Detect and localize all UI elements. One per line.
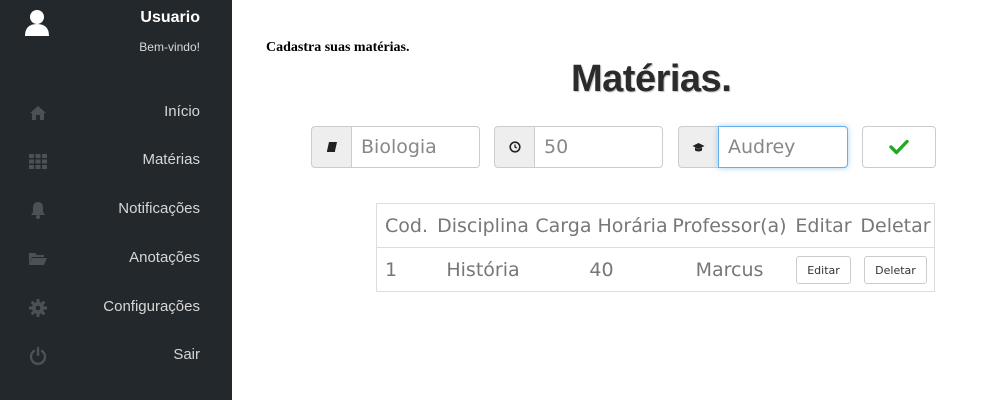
- column-header-cod: Cod.: [385, 215, 428, 237]
- cell-carga: 40: [589, 259, 614, 281]
- table-row: 1 História 40 Marcus Editar Deletar: [377, 248, 934, 292]
- sidebar-item-label: Sair: [173, 346, 200, 363]
- sidebar-item-label: Início: [164, 103, 200, 120]
- bell-icon: [31, 202, 45, 219]
- check-icon: [889, 139, 909, 155]
- cell-deletar: Deletar: [857, 248, 934, 292]
- hours-input[interactable]: [534, 126, 663, 168]
- welcome-text: Bem-vindo!: [139, 40, 200, 54]
- subject-addon: [311, 126, 351, 168]
- cell-cod: 1: [385, 259, 398, 281]
- teacher-input[interactable]: [718, 126, 848, 168]
- subject-input[interactable]: [351, 126, 480, 168]
- sidebar-item-anotacoes[interactable]: Anotações: [0, 239, 232, 279]
- cell-disciplina: História: [446, 259, 520, 281]
- page-title: Matérias.: [571, 58, 732, 100]
- confirm-button[interactable]: [862, 126, 936, 168]
- home-icon: [30, 106, 46, 120]
- clock-icon: [508, 141, 521, 153]
- column-header-carga: Carga Horária: [535, 215, 668, 237]
- page-subtitle: Cadastra suas matérias.: [266, 40, 410, 55]
- edit-button[interactable]: Editar: [796, 256, 851, 284]
- sidebar-item-label: Matérias: [142, 151, 200, 168]
- subjects-table: Cod. Disciplina Carga Horária Professor(…: [376, 203, 935, 292]
- column-header-editar: Editar: [795, 215, 852, 237]
- user-name: Usuario: [140, 9, 200, 26]
- subject-input-group: [311, 126, 480, 168]
- hours-input-group: [494, 126, 663, 168]
- sidebar-item-sair[interactable]: Sair: [0, 336, 232, 376]
- book-icon: [326, 142, 337, 152]
- graduation-cap-icon: [692, 142, 705, 151]
- sidebar-item-configuracoes[interactable]: Configurações: [0, 288, 232, 328]
- table-header-row: Cod. Disciplina Carga Horária Professor(…: [377, 204, 934, 248]
- sidebar-item-inicio[interactable]: Início: [0, 93, 232, 133]
- sidebar: Usuario Bem-vindo! Início Matérias Notif…: [0, 0, 232, 400]
- sidebar-item-materias[interactable]: Matérias: [0, 141, 232, 181]
- column-header-professor: Professor(a): [672, 215, 787, 237]
- delete-button[interactable]: Deletar: [864, 256, 927, 284]
- sidebar-item-label: Notificações: [118, 200, 200, 217]
- cell-editar: Editar: [790, 248, 857, 292]
- folder-open-icon: [29, 253, 47, 265]
- user-icon: [25, 10, 49, 36]
- column-header-disciplina: Disciplina: [437, 215, 529, 237]
- gear-icon: [29, 299, 47, 317]
- sidebar-item-label: Anotações: [129, 249, 200, 266]
- sidebar-item-notificacoes[interactable]: Notificações: [0, 190, 232, 230]
- teacher-addon: [678, 126, 718, 168]
- power-icon: [29, 346, 47, 365]
- cell-professor: Marcus: [695, 259, 764, 281]
- hours-addon: [494, 126, 534, 168]
- column-header-deletar: Deletar: [860, 215, 931, 237]
- grid-icon: [29, 154, 47, 169]
- teacher-input-group: [678, 126, 848, 168]
- sidebar-item-label: Configurações: [103, 298, 200, 315]
